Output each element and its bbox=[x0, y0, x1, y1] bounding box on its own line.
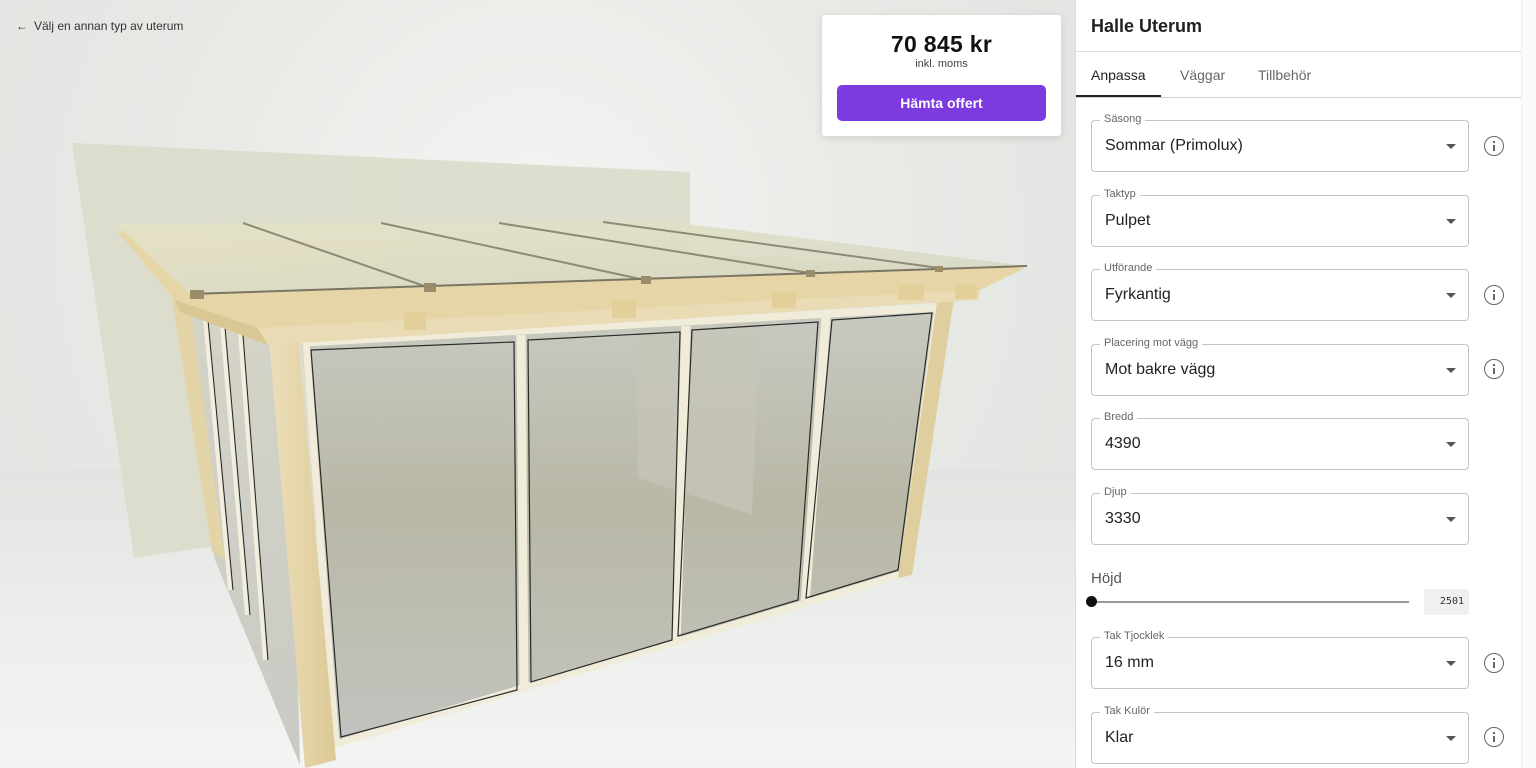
field-label: Tak Tjocklek bbox=[1100, 630, 1169, 642]
3d-viewer[interactable]: ← Välj en annan typ av uterum 70 845 kr … bbox=[0, 0, 1075, 768]
panel-title: Halle Uterum bbox=[1091, 16, 1203, 36]
roof-thickness-select[interactable]: Tak Tjocklek 16 mm bbox=[1091, 630, 1469, 689]
field-label: Säsong bbox=[1100, 113, 1146, 125]
tab-vaggar[interactable]: Väggar bbox=[1180, 67, 1225, 83]
caret-down-icon bbox=[1446, 293, 1456, 298]
back-link-label: Välj en annan typ av uterum bbox=[34, 19, 184, 33]
field-label: Djup bbox=[1100, 486, 1131, 498]
field-value: Sommar (Primolux) bbox=[1105, 137, 1243, 154]
configurator-panel: Halle Uterum Anpassa Väggar Tillbehör Sä… bbox=[1075, 0, 1521, 768]
width-select[interactable]: Bredd 4390 bbox=[1091, 411, 1469, 470]
tab-tillbehor[interactable]: Tillbehör bbox=[1258, 67, 1311, 83]
design-select[interactable]: Utförande Fyrkantig bbox=[1091, 262, 1469, 321]
roof-color-select[interactable]: Tak Kulör Klar bbox=[1091, 705, 1469, 764]
caret-down-icon bbox=[1446, 661, 1456, 666]
price-card: 70 845 kr inkl. moms Hämta offert bbox=[822, 15, 1061, 136]
caret-down-icon bbox=[1446, 219, 1456, 224]
caret-down-icon bbox=[1446, 736, 1456, 741]
wall-placement-select[interactable]: Placering mot vägg Mot bakre vägg bbox=[1091, 337, 1469, 396]
tab-bar: Anpassa Väggar Tillbehör bbox=[1076, 52, 1521, 98]
field-value: Klar bbox=[1105, 729, 1134, 746]
field-value: Fyrkantig bbox=[1105, 286, 1171, 303]
field-label: Bredd bbox=[1100, 411, 1138, 423]
caret-down-icon bbox=[1446, 368, 1456, 373]
roof-type-select[interactable]: Taktyp Pulpet bbox=[1091, 188, 1469, 247]
field-value: Mot bakre vägg bbox=[1105, 361, 1216, 378]
caret-down-icon bbox=[1446, 144, 1456, 149]
info-icon[interactable] bbox=[1484, 653, 1504, 673]
field-value: 3330 bbox=[1105, 510, 1141, 527]
vat-note: inkl. moms bbox=[915, 58, 968, 70]
info-icon[interactable] bbox=[1484, 136, 1504, 156]
height-label: Höjd bbox=[1091, 570, 1122, 587]
depth-select[interactable]: Djup 3330 bbox=[1091, 486, 1469, 545]
price-total: 70 845 kr bbox=[890, 31, 993, 57]
tab-anpassa[interactable]: Anpassa bbox=[1091, 67, 1145, 83]
field-label: Placering mot vägg bbox=[1100, 337, 1203, 349]
get-offer-button[interactable]: Hämta offert bbox=[837, 85, 1046, 121]
caret-down-icon bbox=[1446, 442, 1456, 447]
field-label: Taktyp bbox=[1100, 188, 1140, 200]
info-icon[interactable] bbox=[1484, 285, 1504, 305]
front-glass-wall bbox=[302, 305, 940, 745]
field-value: Pulpet bbox=[1105, 212, 1151, 229]
info-icon[interactable] bbox=[1484, 359, 1504, 379]
field-label: Utförande bbox=[1100, 262, 1157, 274]
back-link[interactable]: ← Välj en annan typ av uterum bbox=[16, 19, 183, 33]
field-value: 16 mm bbox=[1105, 654, 1154, 671]
height-value[interactable]: 2501 bbox=[1424, 589, 1469, 615]
info-icon[interactable] bbox=[1484, 727, 1504, 747]
field-label: Tak Kulör bbox=[1100, 705, 1154, 717]
season-select[interactable]: Säsong Sommar (Primolux) bbox=[1091, 113, 1469, 172]
scrollbar[interactable] bbox=[1521, 0, 1536, 768]
field-value: 4390 bbox=[1105, 435, 1141, 452]
height-slider-track[interactable] bbox=[1091, 601, 1409, 603]
active-tab-indicator bbox=[1076, 95, 1161, 97]
arrow-left-icon: ← bbox=[16, 19, 28, 33]
height-slider-thumb[interactable] bbox=[1086, 596, 1097, 607]
caret-down-icon bbox=[1446, 517, 1456, 522]
